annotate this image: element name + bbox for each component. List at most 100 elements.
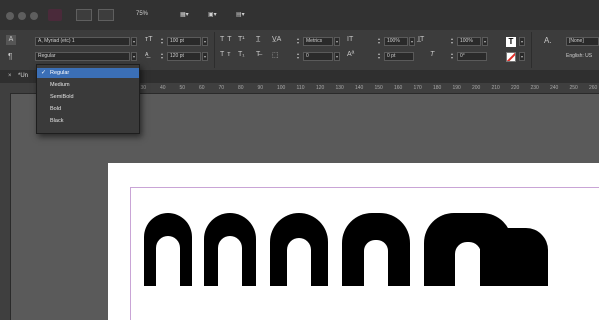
vertical-scale-icon: IT [347,36,354,43]
baseline-shift-field[interactable]: 0 pt [384,52,414,61]
tracking-dropdown-arrow[interactable] [334,52,340,61]
glyph-n-bold [342,213,410,286]
checkmark-icon: ✓ [41,70,47,76]
ruler-tick-label: 30 [140,85,147,91]
font-style-option-label: Bold [50,106,62,112]
character-style-field[interactable]: [None] [566,37,599,46]
vertical-ruler[interactable] [0,93,11,320]
ruler-tick-label: 180 [433,85,442,91]
ruler-tick-label: 40 [160,85,166,91]
font-family-dropdown-arrow[interactable] [131,37,137,46]
ruler-tick-label: 150 [374,85,383,91]
strikethrough-icon[interactable]: T̶ [256,51,260,58]
tracking-icon: ⬚ [272,52,279,59]
app-logo-icon [48,9,62,21]
close-tab-icon[interactable]: × [8,73,12,79]
skew-stepper[interactable]: ▴ ▾ [451,52,455,61]
horizontal-scale-icon: I̲T [418,36,425,43]
font-style-dropdown-arrow[interactable] [131,52,137,61]
zoom-window-icon[interactable] [30,12,38,20]
subscript-icon[interactable]: T₁ [238,51,245,58]
fill-dropdown-arrow[interactable] [519,37,525,46]
character-formatting-icon[interactable]: A [6,35,16,45]
kerning-dropdown-arrow[interactable] [334,37,340,46]
font-style-option-label: Medium [50,82,70,88]
ruler-tick-label: 230 [530,85,539,91]
baseline-shift-stepper[interactable]: ▴ ▾ [378,52,382,61]
ruler-tick-label: 110 [296,85,305,91]
horizontal-scale-dropdown-arrow[interactable] [482,37,488,46]
font-style-option-label: Black [50,118,64,124]
glyph-n-medium [204,213,256,286]
horizontal-scale-field[interactable]: 100% [457,37,481,46]
underline-icon[interactable]: T̲ [256,36,260,43]
font-size-dropdown-arrow[interactable] [202,37,208,46]
ruler-tick-label: 260 [589,85,598,91]
ruler-tick-label: 50 [179,85,186,91]
leading-stepper[interactable]: ▴ ▾ [161,52,165,61]
ruler-tick-label: 190 [452,85,461,91]
paragraph-formatting-icon[interactable]: ¶ [8,52,12,61]
small-caps-icon[interactable]: Tᴛ [220,51,233,58]
glyph-n-semibold [270,213,328,286]
font-style-field[interactable]: Regular [35,52,130,61]
ruler-tick-label: 100 [277,85,286,91]
font-style-option-bold[interactable]: Bold [37,104,139,114]
vertical-scale-stepper[interactable]: ▴ ▾ [378,37,382,46]
font-style-option-semibold[interactable]: SemiBold [37,92,139,102]
ruler-tick-label: 210 [491,85,500,91]
skew-field[interactable]: 0° [457,52,487,61]
font-style-dropdown-menu[interactable]: ✓ Regular Medium SemiBold Bold Black [36,64,140,134]
kerning-stepper[interactable]: ▴ ▾ [297,37,301,46]
font-style-option-label: SemiBold [50,94,74,100]
vertical-scale-field[interactable]: 100% [384,37,408,46]
stroke-none-icon[interactable] [506,52,516,62]
ruler-tick-label: 90 [257,85,264,91]
superscript-icon[interactable]: T¹ [238,36,245,43]
font-size-field[interactable]: 100 pt [167,37,201,46]
language-label[interactable]: English: US [566,53,592,59]
ruler-tick-label: 160 [394,85,403,91]
all-caps-icon[interactable]: TT [220,36,235,43]
text-fill-icon[interactable]: T [506,37,516,47]
ruler-tick-label: 130 [335,85,344,91]
margin-guide-top [130,187,599,188]
ruler-tick-label: 60 [199,85,205,91]
glyph-n-regular [144,213,192,286]
vertical-scale-dropdown-arrow[interactable] [409,37,415,46]
font-family-field[interactable]: A, Myriad (etc) 1 [35,37,130,46]
font-style-option-black[interactable]: Black [37,116,139,126]
close-window-icon[interactable] [6,12,14,20]
ruler-tick-label: 140 [355,85,364,91]
zoom-level-menu[interactable]: 75% [136,11,148,17]
ruler-tick-label: 70 [218,85,225,91]
ruler-origin[interactable] [0,83,10,93]
bridge-icon[interactable] [76,9,92,21]
view-options-icon[interactable]: ▦▾ [180,11,189,18]
font-style-option-label: Regular [50,70,70,76]
font-style-option-medium[interactable]: Medium [37,80,139,90]
stroke-dropdown-arrow[interactable] [519,52,525,61]
application-bar: 75% ▦▾ ▣▾ ▤▾ [0,0,599,30]
minibridge-icon[interactable] [98,9,114,21]
skew-icon: T [430,51,435,58]
ruler-tick-label: 220 [511,85,520,91]
font-style-option-regular[interactable]: ✓ Regular [37,68,139,78]
arrange-documents-icon[interactable]: ▤▾ [236,11,245,18]
font-size-stepper[interactable]: ▴ ▾ [161,37,165,46]
kerning-icon: V̲A [272,36,282,43]
ruler-tick-label: 170 [413,85,422,91]
glyph-n-black-extra [480,228,548,286]
leading-dropdown-arrow[interactable] [202,52,208,61]
ruler-tick-label: 240 [550,85,559,91]
tracking-field[interactable]: 0 [303,52,333,61]
minimize-window-icon[interactable] [18,12,26,20]
leading-field[interactable]: 120 pt [167,52,201,61]
kerning-field[interactable]: Metrics [303,37,333,46]
screen-mode-icon[interactable]: ▣▾ [208,11,217,18]
leading-icon: ᴀ̲ [145,51,149,58]
tracking-stepper[interactable]: ▴ ▾ [297,52,301,61]
horizontal-scale-stepper[interactable]: ▴ ▾ [451,37,455,46]
document-tab-label[interactable]: *Un [18,73,28,79]
ruler-tick-label: 250 [569,85,578,91]
